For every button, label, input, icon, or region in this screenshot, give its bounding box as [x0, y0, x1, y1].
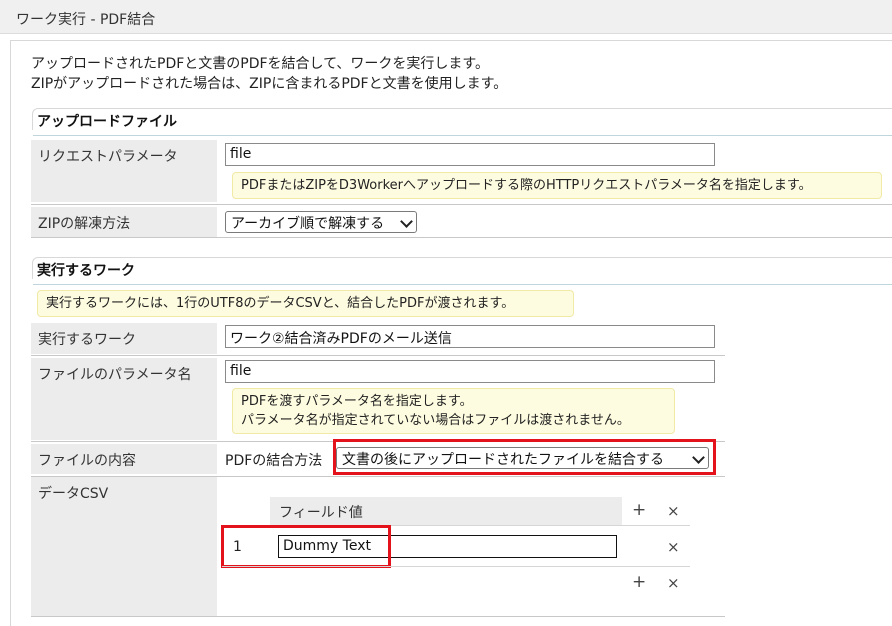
window-titlebar: ワーク実行 - PDF結合: [0, 0, 892, 34]
file-content-label: ファイルの内容: [31, 444, 217, 474]
highlight-csv-row: [221, 525, 391, 568]
section-upload-title: アップロードファイル: [37, 114, 177, 130]
add-row-icon[interactable]: +: [632, 574, 646, 591]
remove-column-icon[interactable]: ×: [667, 503, 680, 520]
request-param-input[interactable]: file: [225, 143, 715, 166]
highlight-combine-method: [333, 439, 716, 475]
intro-line-2: ZIPがアップロードされた場合は、ZIPに含まれるPDFと文書を使用します。: [31, 76, 508, 92]
remove-row-icon[interactable]: ×: [667, 539, 680, 556]
section-upload: アップロードファイル: [32, 108, 892, 136]
intro-line-1: アップロードされたPDFと文書のPDFを結合して、ワークを実行します。: [31, 56, 490, 72]
file-param-input[interactable]: file: [225, 360, 715, 383]
window-title: ワーク実行 - PDF結合: [16, 12, 156, 28]
file-param-hint: PDFを渡すパラメータ名を指定します。 パラメータ名が指定されていない場合はファ…: [232, 388, 675, 434]
combine-method-label: PDFの結合方法: [225, 453, 323, 469]
data-csv-label: データCSV: [31, 477, 217, 616]
chevron-down-icon: [400, 215, 413, 228]
zip-method-label: ZIPの解凍方法: [31, 207, 217, 237]
zip-method-select[interactable]: アーカイブ順で解凍する: [225, 211, 417, 233]
add-column-icon[interactable]: +: [632, 502, 646, 519]
request-param-hint: PDFまたはZIPをD3Workerへアップロードする際のHTTPリクエストパラ…: [232, 172, 882, 199]
work-label: 実行するワーク: [31, 323, 217, 354]
request-param-label: リクエストパラメータ: [31, 140, 217, 202]
work-input[interactable]: ワーク②結合済みPDFのメール送信: [225, 325, 715, 348]
section-work: 実行するワーク: [32, 257, 892, 285]
work-hint: 実行するワークには、1行のUTF8のデータCSVと、結合したPDFが渡されます。: [37, 290, 574, 317]
section-work-title: 実行するワーク: [37, 263, 135, 279]
file-param-label: ファイルのパラメータ名: [31, 358, 217, 440]
remove-row-bottom-icon[interactable]: ×: [667, 575, 680, 592]
csv-column-header: フィールド値: [270, 497, 622, 525]
